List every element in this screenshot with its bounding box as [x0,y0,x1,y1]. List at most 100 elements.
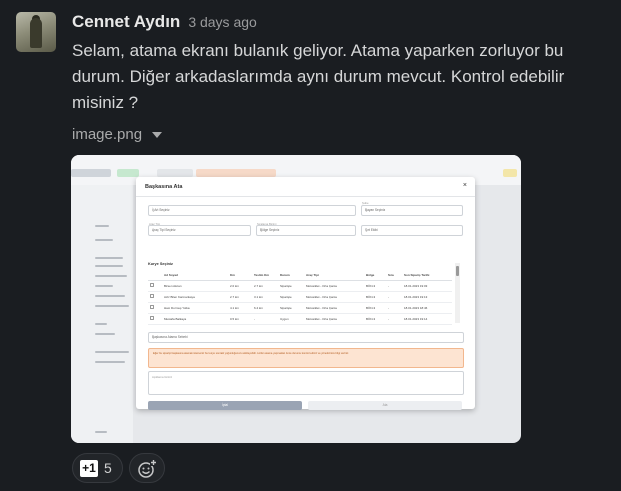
table-cell: BÖN-3 [364,291,386,303]
screenshot-chip [71,169,111,177]
scrollbar-thumb [456,266,459,276]
branch-select: Bayan Seçiniz ⌄ [361,205,463,216]
courier-table: Ad Soyad Km Teslim Km Durum Araç Tipi Bö… [148,270,452,325]
region-select: İl Art Seçiniz ⌄ [148,205,356,216]
row-checkbox [148,291,162,303]
table-cell: Motosiklet - Orta Çanta [304,291,364,303]
table-cell: 0.5 km [228,313,252,325]
table-cell: BÖN-3 [364,280,386,292]
screenshot-line [95,239,113,241]
attachment-header[interactable]: image.png [72,126,163,143]
vehicle-select: Araç Tipi Seçiniz ⌄ [148,225,251,236]
table-cell: 18.01.2023 19:03 [402,280,452,292]
table-cell: Birsen Akcan [162,280,228,292]
column-header [148,270,162,281]
table-cell: 2.0 km [228,280,252,292]
screenshot-line [95,285,113,287]
table-row: Mustafa Balkaya 0.5 km - Uygun Motosikle… [148,313,452,325]
checkbox-icon [150,283,154,287]
column-header: Son Sipariş Tarihi [402,270,452,281]
table-row: Birsen Akcan 2.0 km 2.7 km Siparişte Mot… [148,280,452,292]
avatar-figure-body [30,18,42,48]
author-name[interactable]: Cennet Aydın [72,12,180,32]
table-cell: Hacı Durmuş Yolka [162,302,228,314]
screenshot-line [95,305,129,307]
table-cell: - [386,313,402,325]
table-cell: 18.01.2023 19:13 [402,291,452,303]
note-textarea: Açıklama Giriniz [148,371,464,395]
plus-one-emoji-icon: +1 [80,459,98,477]
courier-section-title: Kurye Seçiniz [148,262,173,266]
message-timestamp[interactable]: 3 days ago [188,14,257,30]
table-cell: 3.1 km [252,291,278,303]
attachment-file-name[interactable]: image.png [72,126,142,143]
table-cell: Aziz Bilen Karmankaya [162,291,228,303]
chevron-down-icon: ⌄ [152,209,155,213]
chevron-down-icon: ⌄ [260,229,263,233]
screenshot-chip [196,169,276,177]
screenshot-line [95,333,115,335]
message-text: Selam, atama ekranı bulanık geliyor. Ata… [72,41,565,112]
reaction-count: 5 [104,460,112,476]
column-header: Bölge [364,270,386,281]
row-checkbox [148,313,162,325]
table-scrollbar [455,263,460,323]
screenshot-line [95,295,125,297]
author-avatar[interactable] [16,12,56,52]
chevron-down-icon: ⌄ [152,336,155,340]
checkbox-icon [150,294,154,298]
screenshot-line [95,257,123,259]
add-reaction-button[interactable] [128,453,165,483]
screenshot-chip [157,169,193,177]
column-header: Teslim Km [252,270,278,281]
table-cell: Motosiklet - Orta Çanta [304,313,364,325]
column-header: Km [228,270,252,281]
table-cell: Motosiklet - Orta Çanta [304,302,364,314]
table-cell: 2.7 km [228,291,252,303]
divider [136,196,475,197]
screenshot-line [95,361,125,363]
row-checkbox [148,280,162,292]
secondary-button: Ata [308,401,462,410]
table-cell: BÖN-3 [364,302,386,314]
screenshot-line [95,225,109,227]
table-cell: 2.7 km [252,280,278,292]
close-icon: × [462,182,467,189]
reaction-plus-one[interactable]: +1 5 [72,453,123,483]
primary-button: İptal [148,401,302,410]
column-header: Ad Soyad [162,270,228,281]
table-cell: - [252,313,278,325]
screenshot-line [95,431,107,433]
table-row: Aziz Bilen Karmankaya 2.7 km 3.1 km Sipa… [148,291,452,303]
table-cell: 6.4 km [252,302,278,314]
checkbox-icon [150,305,154,309]
screenshot-chip [503,169,517,177]
assign-modal: Başkasına Ata × İl Art Seçiniz ⌄ Şube Bay… [136,177,475,410]
chevron-down-icon: ⌄ [365,209,368,213]
table-cell: - [386,302,402,314]
zone-select: Bölge Seçiniz ⌄ [256,225,356,236]
table-cell: Uygun [278,313,304,325]
table-cell: Siparişte [278,280,304,292]
chevron-down-icon[interactable] [152,131,163,138]
reactions-bar: +1 5 [72,453,165,483]
table-cell: 18.01.2023 19:14 [402,313,452,325]
note-placeholder: Açıklama Giriniz [152,375,173,379]
modal-title: Başkasına Ata [145,184,183,190]
table-cell: - [386,291,402,303]
table-cell: Motosiklet - Orta Çanta [304,280,364,292]
attachment-image[interactable]: Başkasına Ata × İl Art Seçiniz ⌄ Şube Bay… [71,155,521,443]
chevron-down-icon: ⌄ [365,229,368,233]
screenshot-chip [117,169,139,177]
table-header-row: Ad Soyad Km Teslim Km Durum Araç Tipi Bö… [148,270,452,281]
checkbox-icon [150,316,154,320]
table-cell: 18.01.2023 18:46 [402,302,452,314]
warning-banner: Eğer bu siparişi başkasına atamak isters… [148,348,464,368]
row-checkbox [148,302,162,314]
table-cell: BÖN-3 [364,313,386,325]
screenshot-line [95,351,129,353]
screenshot-line [95,275,127,277]
table-cell: Siparişte [278,302,304,314]
screenshot-line [95,323,107,325]
add-emoji-icon [138,459,157,478]
